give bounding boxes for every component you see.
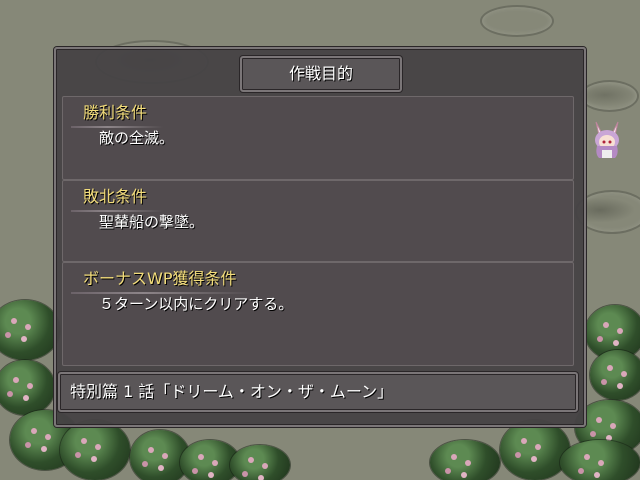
window-header: 作戦目的 bbox=[240, 56, 402, 92]
window-title: 作戦目的 bbox=[288, 64, 353, 83]
character-sprite[interactable] bbox=[590, 120, 624, 160]
defeat-section: 敗北条件 聖輦船の撃墜。 bbox=[62, 180, 574, 262]
crater bbox=[580, 80, 639, 112]
tree bbox=[500, 420, 570, 480]
victory-label: 勝利条件 bbox=[71, 99, 164, 128]
bonus-section: ボーナスWP獲得条件 ５ターン以内にクリアする。 bbox=[62, 262, 574, 366]
tree bbox=[590, 350, 640, 400]
tree bbox=[0, 360, 55, 415]
defeat-condition: 聖輦船の撃墜。 bbox=[99, 213, 205, 231]
victory-condition: 敵の全滅。 bbox=[99, 129, 175, 147]
tree bbox=[0, 300, 60, 360]
defeat-label: 敗北条件 bbox=[71, 183, 164, 212]
tree bbox=[230, 445, 290, 480]
stage-title-bar: 特別篇 1 話「ドリーム・オン・ザ・ムーン」 bbox=[58, 372, 578, 412]
tree bbox=[60, 420, 130, 480]
bonus-label: ボーナスWP獲得条件 bbox=[71, 265, 253, 294]
tree bbox=[430, 440, 500, 480]
tree bbox=[560, 440, 640, 480]
crater bbox=[480, 5, 554, 37]
stage-title: 特別篇 1 話「ドリーム・オン・ザ・ムーン」 bbox=[70, 382, 394, 401]
victory-section: 勝利条件 敵の全滅。 bbox=[62, 96, 574, 180]
bonus-condition: ５ターン以内にクリアする。 bbox=[99, 295, 294, 313]
